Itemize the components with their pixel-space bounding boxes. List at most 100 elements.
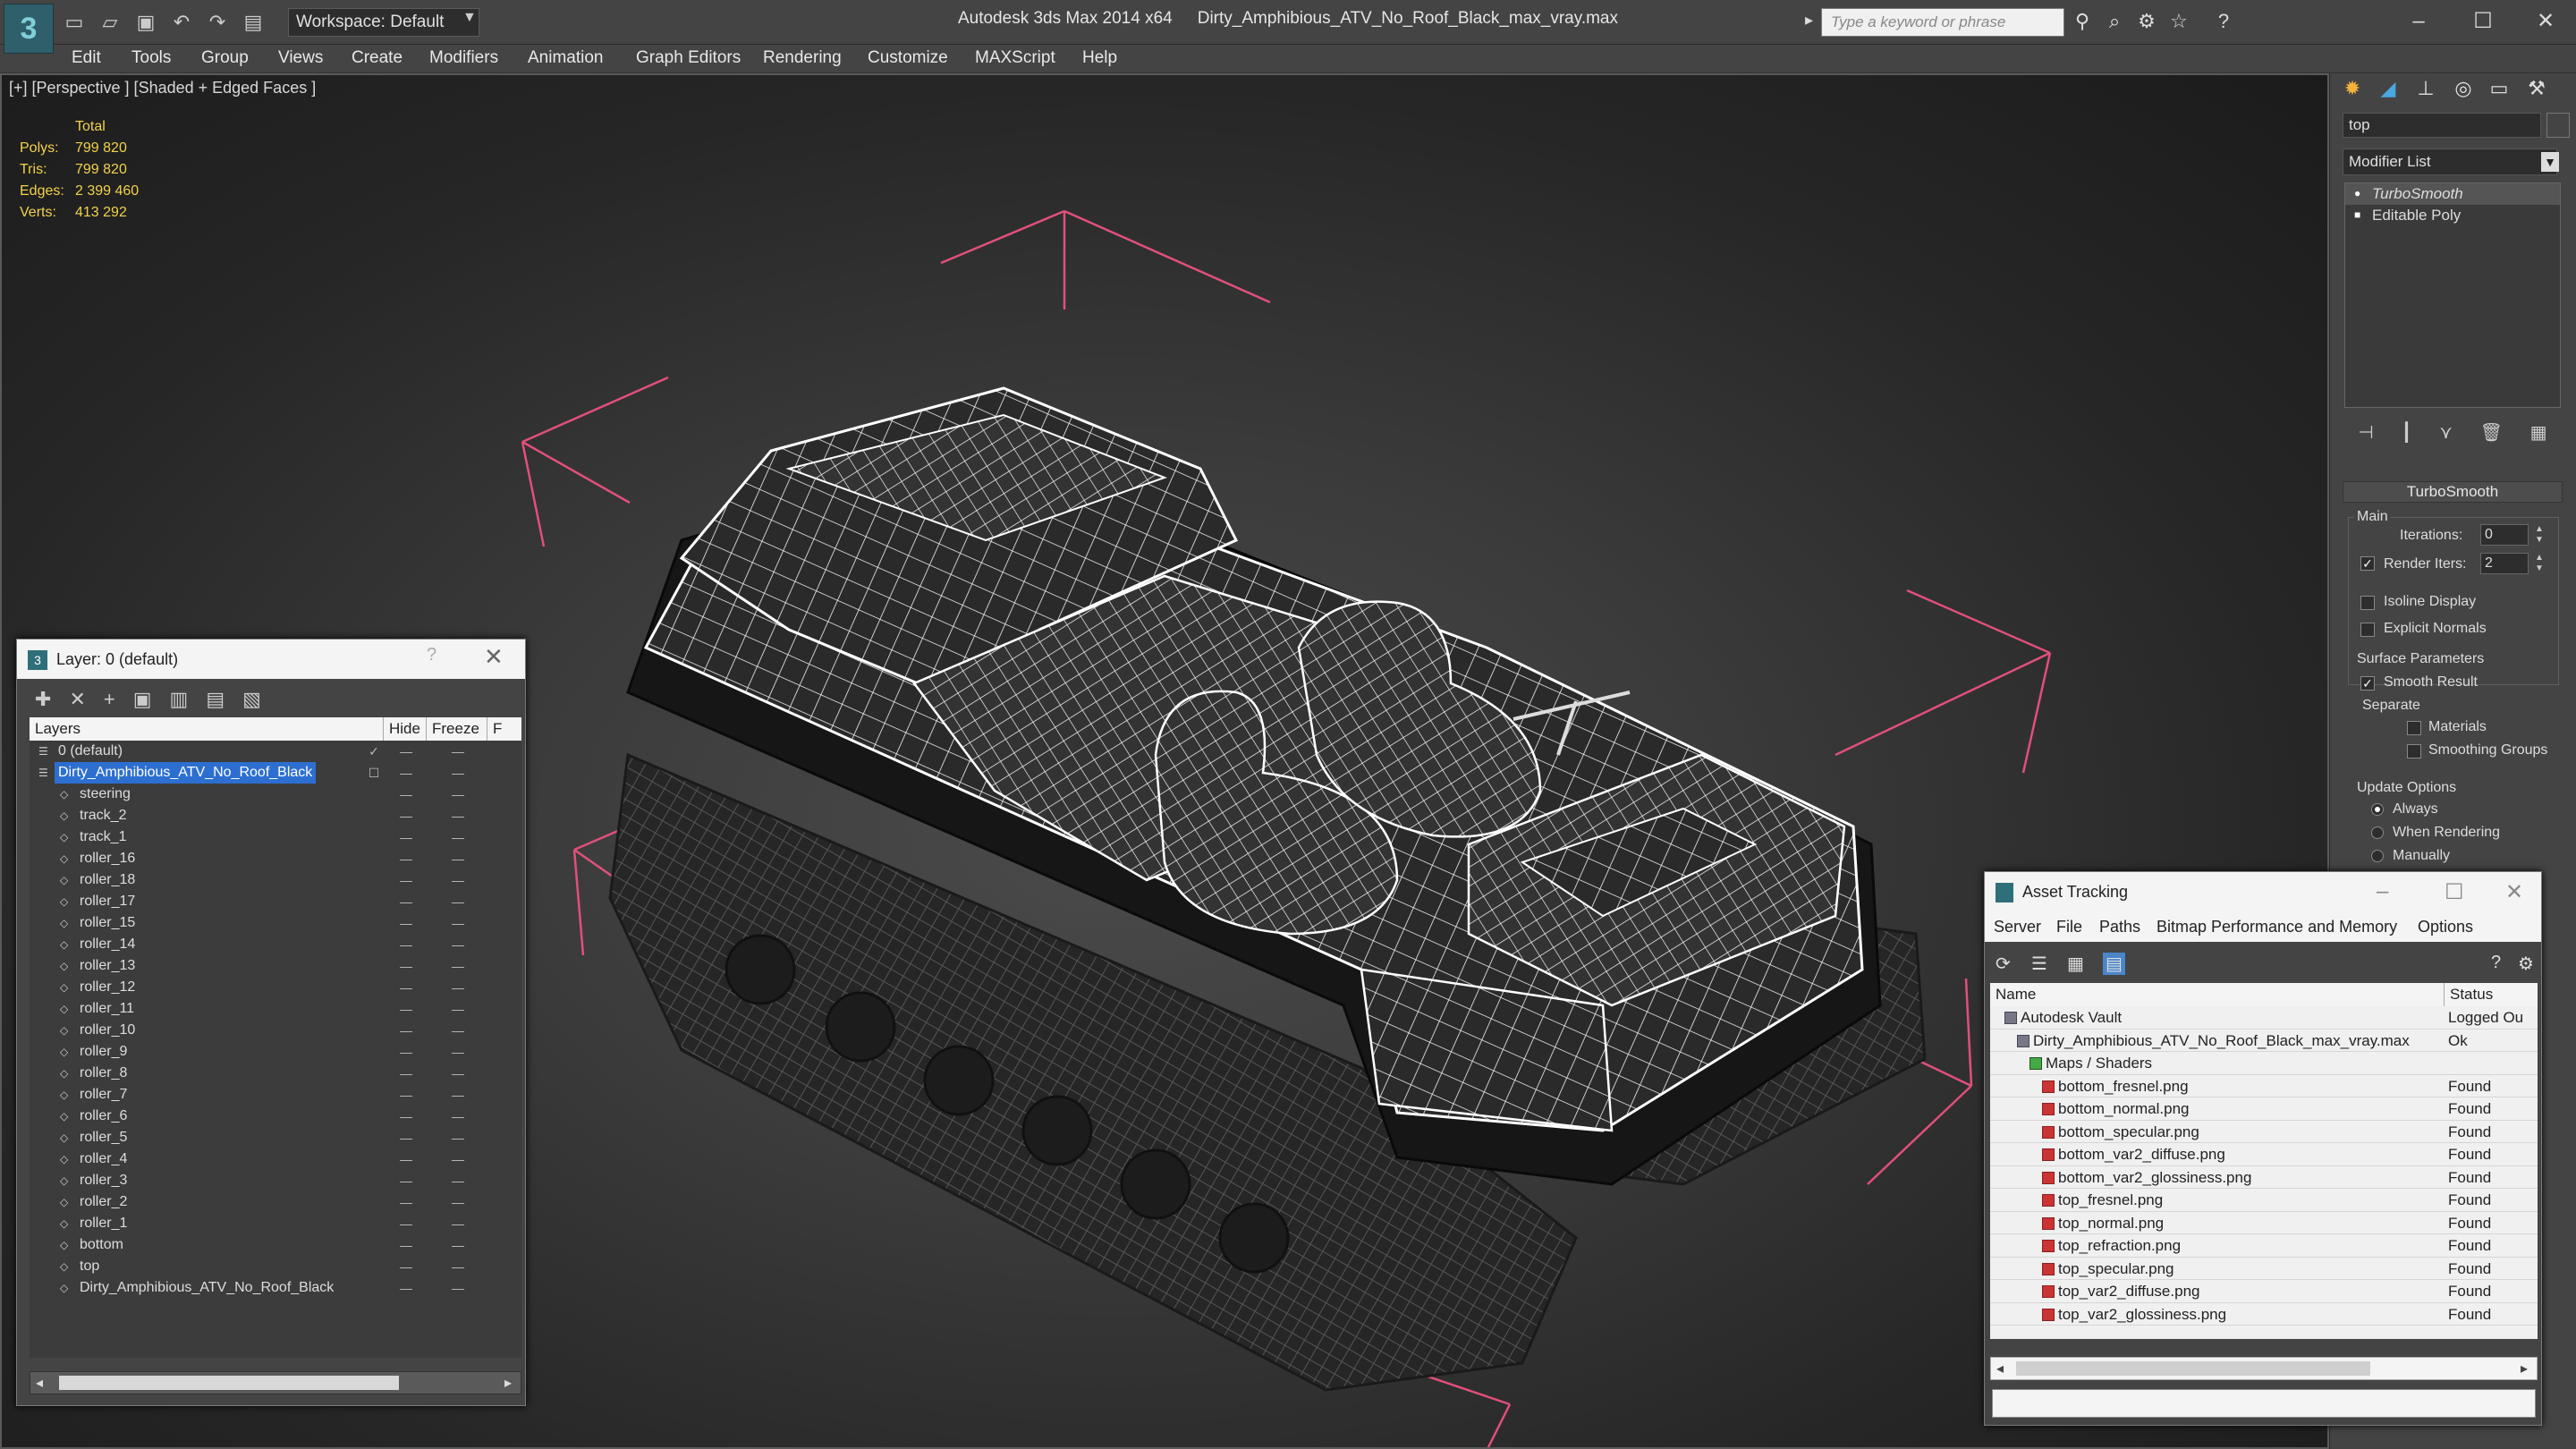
remove-modifier-icon[interactable]: 🗑 bbox=[2480, 421, 2503, 444]
object-row[interactable]: ◇ roller_11 — — bbox=[30, 998, 521, 1020]
select-objects-icon[interactable]: ▣ bbox=[133, 688, 152, 716]
always-radio[interactable] bbox=[2371, 803, 2384, 816]
hide-toggle-icon[interactable]: — bbox=[393, 1020, 419, 1041]
object-row[interactable]: ◇ track_2 — — bbox=[30, 805, 521, 826]
turbosmooth-rollout-title[interactable]: TurboSmooth bbox=[2343, 481, 2563, 503]
object-row[interactable]: ◇ roller_18 — — bbox=[30, 869, 521, 891]
hide-toggle-icon[interactable]: — bbox=[393, 1084, 419, 1106]
object-row[interactable]: ◇ top — — bbox=[30, 1256, 521, 1277]
asset-menu-file[interactable]: File bbox=[2056, 911, 2082, 942]
help-icon[interactable]: ? bbox=[2491, 953, 2501, 973]
refresh-icon[interactable]: ⟳ bbox=[1996, 953, 2011, 975]
freeze-toggle-icon[interactable]: — bbox=[445, 741, 471, 762]
hide-toggle-icon[interactable]: — bbox=[393, 784, 419, 805]
freeze-toggle-icon[interactable]: — bbox=[445, 1213, 471, 1234]
hide-toggle-icon[interactable]: — bbox=[393, 1256, 419, 1277]
explicit-normals-checkbox[interactable] bbox=[2360, 623, 2375, 637]
asset-row[interactable]: top_var2_glossiness.png Found bbox=[1990, 1303, 2538, 1326]
freeze-toggle-icon[interactable]: — bbox=[445, 1106, 471, 1127]
help-icon[interactable]: ? bbox=[427, 645, 436, 665]
add-layer-icon[interactable]: + bbox=[104, 688, 115, 716]
asset-row[interactable]: top_fresnel.png Found bbox=[1990, 1189, 2538, 1212]
minimize-icon[interactable]: – bbox=[2377, 879, 2388, 904]
layer-row[interactable]: ☰ Dirty_Amphibious_ATV_No_Roof_Black ☐ — — bbox=[30, 762, 521, 784]
spinner-arrows-icon[interactable]: ▲ ▼ bbox=[2534, 553, 2545, 574]
object-row[interactable]: ◇ roller_8 — — bbox=[30, 1063, 521, 1084]
freeze-toggle-icon[interactable]: — bbox=[445, 977, 471, 998]
menu-edit[interactable]: Edit bbox=[72, 48, 101, 68]
freeze-toggle-icon[interactable]: — bbox=[445, 1084, 471, 1106]
smoothing-groups-checkbox[interactable] bbox=[2407, 744, 2421, 758]
asset-menu-server[interactable]: Server bbox=[1994, 911, 2041, 942]
asset-row[interactable]: Maps / Shaders bbox=[1990, 1052, 2538, 1075]
hide-toggle-icon[interactable]: — bbox=[393, 826, 419, 848]
app-logo-icon[interactable]: 3 bbox=[4, 4, 54, 54]
hide-toggle-icon[interactable]: — bbox=[393, 1234, 419, 1256]
table-view-icon[interactable]: ▤ bbox=[2103, 953, 2125, 975]
open-file-icon[interactable]: ▱ bbox=[98, 11, 122, 34]
menu-animation[interactable]: Animation bbox=[528, 48, 604, 68]
display-tab-icon[interactable]: ▭ bbox=[2484, 73, 2514, 104]
object-row[interactable]: ◇ roller_5 — — bbox=[30, 1127, 521, 1148]
subscription-icon[interactable]: ⚙ bbox=[2134, 9, 2159, 34]
freeze-toggle-icon[interactable]: — bbox=[445, 1277, 471, 1299]
hide-toggle-icon[interactable]: — bbox=[393, 1170, 419, 1191]
menu-modifiers[interactable]: Modifiers bbox=[429, 48, 498, 68]
maximize-icon[interactable]: ☐ bbox=[2458, 5, 2508, 38]
hide-toggle-icon[interactable]: — bbox=[393, 741, 419, 762]
object-row[interactable]: ◇ roller_6 — — bbox=[30, 1106, 521, 1127]
freeze-toggle-icon[interactable]: — bbox=[445, 1234, 471, 1256]
render-iters-checkbox[interactable]: ✓ bbox=[2360, 556, 2375, 571]
object-row[interactable]: ◇ track_1 — — bbox=[30, 826, 521, 848]
project-folder-icon[interactable]: ▤ bbox=[242, 11, 265, 34]
asset-menu-paths[interactable]: Paths bbox=[2099, 911, 2140, 942]
object-row[interactable]: ◇ bottom — — bbox=[30, 1234, 521, 1256]
object-row[interactable]: ◇ roller_1 — — bbox=[30, 1213, 521, 1234]
thumbnail-view-icon[interactable]: ▦ bbox=[2067, 953, 2084, 975]
menu-group[interactable]: Group bbox=[201, 48, 249, 68]
hide-toggle-icon[interactable]: — bbox=[393, 1213, 419, 1234]
freeze-toggle-icon[interactable]: — bbox=[445, 912, 471, 934]
freeze-toggle-icon[interactable]: — bbox=[445, 805, 471, 826]
hide-toggle-icon[interactable]: — bbox=[393, 912, 419, 934]
close-icon[interactable]: ✕ bbox=[2505, 879, 2523, 905]
workspace-dropdown[interactable]: Workspace: Default bbox=[288, 8, 479, 37]
hide-toggle-icon[interactable]: — bbox=[393, 1277, 419, 1299]
asset-row[interactable]: Dirty_Amphibious_ATV_No_Roof_Black_max_v… bbox=[1990, 1030, 2538, 1052]
hide-toggle-icon[interactable]: — bbox=[393, 977, 419, 998]
asset-menu-bitmap[interactable]: Bitmap Performance and Memory bbox=[2157, 911, 2397, 942]
asset-row[interactable]: top_normal.png Found bbox=[1990, 1212, 2538, 1234]
search-icon[interactable]: ⌕ bbox=[2102, 9, 2127, 34]
help-icon[interactable]: ? bbox=[2211, 9, 2236, 34]
freeze-toggle-icon[interactable]: — bbox=[445, 784, 471, 805]
undo-icon[interactable]: ↶ bbox=[170, 11, 193, 34]
minimize-icon[interactable]: – bbox=[2394, 5, 2444, 38]
scroll-left-icon[interactable]: ◂ bbox=[1996, 1360, 2004, 1377]
freeze-toggle-icon[interactable]: — bbox=[445, 762, 471, 784]
hide-freeze-all-icon[interactable]: ▧ bbox=[242, 688, 261, 716]
iterations-spinner[interactable]: 0 bbox=[2480, 524, 2529, 546]
freeze-toggle-icon[interactable]: — bbox=[445, 869, 471, 891]
hide-toggle-icon[interactable]: — bbox=[393, 891, 419, 912]
close-icon[interactable]: ✕ bbox=[2521, 5, 2571, 38]
motion-tab-icon[interactable]: ◎ bbox=[2448, 73, 2479, 104]
asset-row[interactable]: bottom_normal.png Found bbox=[1990, 1097, 2538, 1121]
spinner-arrows-icon[interactable]: ▲ ▼ bbox=[2534, 524, 2545, 546]
new-file-icon[interactable]: ▭ bbox=[63, 11, 86, 34]
current-layer-indicator[interactable]: ✓ bbox=[360, 741, 387, 762]
layer-row[interactable]: ☰ 0 (default) ✓ — — bbox=[30, 741, 521, 762]
object-row[interactable]: ◇ roller_14 — — bbox=[30, 934, 521, 955]
hide-toggle-icon[interactable]: — bbox=[393, 998, 419, 1020]
column-layers[interactable]: Layers bbox=[30, 717, 384, 741]
menu-views[interactable]: Views bbox=[278, 48, 323, 68]
menu-graph-editors[interactable]: Graph Editors bbox=[636, 48, 741, 68]
list-view-icon[interactable]: ☰ bbox=[2031, 953, 2047, 975]
hide-toggle-icon[interactable]: — bbox=[393, 1148, 419, 1170]
hide-toggle-icon[interactable]: — bbox=[393, 1063, 419, 1084]
object-name-field[interactable]: top bbox=[2343, 113, 2541, 138]
scroll-right-icon[interactable]: ▸ bbox=[504, 1374, 512, 1392]
freeze-toggle-icon[interactable]: — bbox=[445, 1063, 471, 1084]
freeze-toggle-icon[interactable]: — bbox=[445, 848, 471, 869]
settings-icon[interactable]: ⚙ bbox=[2518, 953, 2534, 975]
delete-layer-icon[interactable]: ✕ bbox=[69, 688, 85, 716]
